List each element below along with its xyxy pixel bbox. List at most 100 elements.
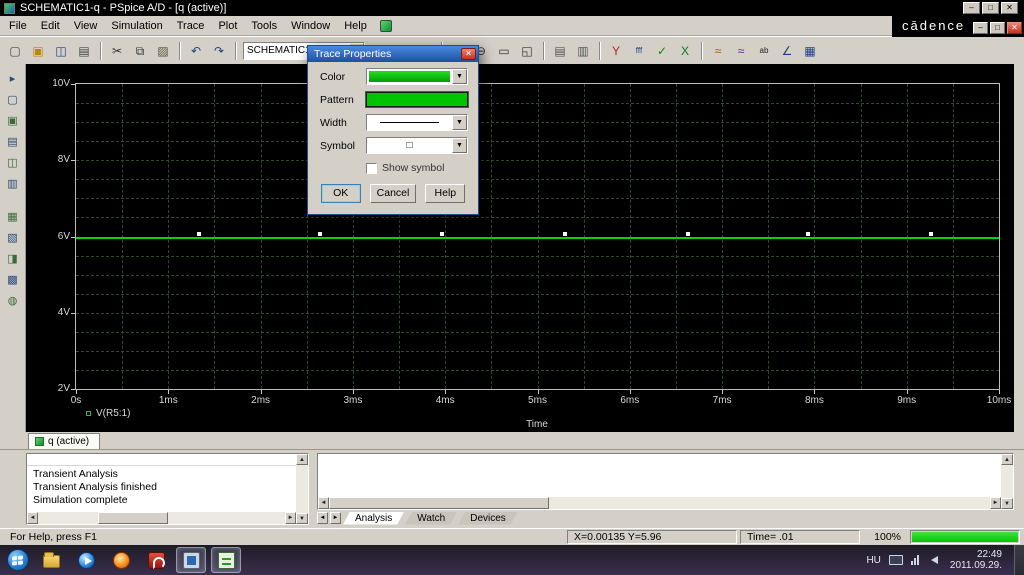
tabs-scroll-right-icon[interactable]: ► bbox=[330, 512, 341, 524]
trace-legend[interactable]: V(R5:1) bbox=[86, 408, 130, 419]
scrollbar-thumb[interactable] bbox=[329, 497, 549, 509]
menu-file[interactable]: File bbox=[2, 17, 34, 35]
paste-button[interactable]: ▨ bbox=[152, 40, 174, 61]
volume-tray-icon[interactable] bbox=[927, 556, 938, 564]
menu-help[interactable]: Help bbox=[337, 17, 374, 35]
sidebar-tool-3-button[interactable]: ▣ bbox=[3, 111, 22, 129]
chevron-down-icon[interactable]: ▼ bbox=[452, 138, 467, 153]
minimize-button[interactable]: – bbox=[963, 2, 980, 14]
watch-vertical-scrollbar[interactable]: ▲ ▼ bbox=[1001, 454, 1013, 509]
maximize-button[interactable]: □ bbox=[982, 2, 999, 14]
cancel-button[interactable]: Cancel bbox=[369, 184, 417, 203]
sidebar-tool-7-button[interactable]: ▦ bbox=[3, 207, 22, 225]
sidebar-tool-10-button[interactable]: ▩ bbox=[3, 270, 22, 288]
undo-button[interactable]: ↶ bbox=[185, 40, 207, 61]
waveform-plot[interactable]: 0s 1ms 2ms 3ms 4ms 5ms 6ms 7ms 8ms 9ms 10ms 2V 4V 6V 8… bbox=[26, 64, 1014, 432]
windows-explorer[interactable] bbox=[36, 547, 66, 573]
dialog-titlebar[interactable]: Trace Properties ✕ bbox=[308, 46, 478, 62]
plot-waveform-button[interactable]: ∠ bbox=[776, 40, 798, 61]
tab-watch[interactable]: Watch bbox=[405, 512, 457, 525]
watch-content[interactable]: ▲ ▼ ◄ ► bbox=[317, 453, 1014, 510]
copy-to-clipboard-button[interactable]: ▦ bbox=[799, 40, 821, 61]
zoom-area-button[interactable]: ▭ bbox=[493, 40, 515, 61]
scrollbar-track[interactable] bbox=[296, 465, 308, 513]
new-file-button[interactable]: ▢ bbox=[4, 40, 26, 61]
toggle-cursor-button[interactable]: Y bbox=[605, 40, 627, 61]
output-vertical-scrollbar[interactable]: ▲ ▼ bbox=[296, 454, 308, 524]
sidebar-tool-11-button[interactable]: ◍ bbox=[3, 291, 22, 309]
scrollbar-track[interactable] bbox=[1001, 465, 1013, 498]
help-button[interactable]: Help bbox=[425, 184, 466, 203]
text-label-button[interactable]: ab bbox=[753, 40, 775, 61]
color-dropdown[interactable]: ▼ bbox=[366, 68, 468, 85]
pspice-app[interactable] bbox=[211, 547, 241, 573]
sidebar-tool-1-button[interactable]: ▸ bbox=[3, 69, 22, 87]
scroll-right-icon[interactable]: ► bbox=[990, 497, 1001, 509]
performance-analysis-button[interactable]: ≈ bbox=[730, 40, 752, 61]
plot-tab-q[interactable]: q (active) bbox=[28, 433, 101, 449]
document-minimize-button[interactable]: – bbox=[973, 22, 988, 34]
tab-analysis[interactable]: Analysis bbox=[343, 512, 404, 525]
symbol-dropdown[interactable]: □ ▼ bbox=[366, 137, 468, 154]
document-close-button[interactable]: ✕ bbox=[1007, 22, 1022, 34]
width-dropdown[interactable]: ▼ bbox=[366, 114, 468, 131]
sidebar-tool-6-button[interactable]: ▥ bbox=[3, 174, 22, 192]
scroll-down-icon[interactable]: ▼ bbox=[296, 513, 308, 524]
log-y-axis-button[interactable]: ▥ bbox=[572, 40, 594, 61]
tab-devices[interactable]: Devices bbox=[458, 512, 518, 525]
document-restore-button[interactable]: □ bbox=[990, 22, 1005, 34]
sidebar-tool-5-button[interactable]: ◫ bbox=[3, 153, 22, 171]
taskbar-clock[interactable]: 22:49 2011.09.29. bbox=[946, 549, 1006, 571]
print-button[interactable]: ▤ bbox=[73, 40, 95, 61]
output-pane[interactable]: Transient Analysis Transient Analysis fin… bbox=[26, 453, 309, 525]
display-tray-icon[interactable] bbox=[888, 555, 903, 565]
show-desktop-button[interactable] bbox=[1014, 545, 1024, 575]
zoom-fit-button[interactable]: ◱ bbox=[516, 40, 538, 61]
evaluate-measurement-button[interactable]: ✓ bbox=[651, 40, 673, 61]
cut-button[interactable]: ✂ bbox=[106, 40, 128, 61]
ok-button[interactable]: OK bbox=[320, 184, 361, 203]
scroll-up-icon[interactable]: ▲ bbox=[1001, 454, 1013, 465]
start-button[interactable] bbox=[4, 547, 31, 573]
scroll-right-icon[interactable]: ► bbox=[285, 512, 296, 524]
menu-trace[interactable]: Trace bbox=[170, 17, 212, 35]
chevron-down-icon[interactable]: ▼ bbox=[452, 115, 467, 130]
scrollbar-track[interactable] bbox=[549, 497, 990, 509]
copy-button[interactable]: ⧉ bbox=[129, 40, 151, 61]
export-to-excel-button[interactable]: X bbox=[674, 40, 696, 61]
menu-plot[interactable]: Plot bbox=[211, 17, 244, 35]
show-symbol-checkbox[interactable] bbox=[366, 162, 377, 174]
output-horizontal-scrollbar[interactable]: ◄ ► bbox=[27, 512, 296, 524]
redo-button[interactable]: ↷ bbox=[208, 40, 230, 61]
menu-tools[interactable]: Tools bbox=[244, 17, 284, 35]
log-x-axis-button[interactable]: ▤ bbox=[549, 40, 571, 61]
fourier-button[interactable]: fff bbox=[628, 40, 650, 61]
sidebar-tool-8-button[interactable]: ▧ bbox=[3, 228, 22, 246]
menu-window[interactable]: Window bbox=[284, 17, 337, 35]
dialog-close-icon[interactable]: ✕ bbox=[461, 48, 476, 60]
sidebar-tool-2-button[interactable]: ▢ bbox=[3, 90, 22, 108]
screen-capture-app[interactable] bbox=[176, 547, 206, 573]
tabs-scroll-left-icon[interactable]: ◄ bbox=[317, 512, 328, 524]
scroll-up-icon[interactable]: ▲ bbox=[296, 454, 308, 465]
sidebar-tool-9-button[interactable]: ◨ bbox=[3, 249, 22, 267]
media-player[interactable] bbox=[71, 547, 101, 573]
pattern-dropdown[interactable] bbox=[365, 91, 469, 108]
scroll-down-icon[interactable]: ▼ bbox=[1001, 498, 1013, 509]
firefox[interactable] bbox=[106, 547, 136, 573]
close-button[interactable]: ✕ bbox=[1001, 2, 1018, 14]
menu-simulation[interactable]: Simulation bbox=[104, 17, 169, 35]
menu-edit[interactable]: Edit bbox=[34, 17, 67, 35]
save-file-button[interactable]: ◫ bbox=[50, 40, 72, 61]
scrollbar-thumb[interactable] bbox=[98, 512, 168, 524]
adobe-reader[interactable] bbox=[141, 547, 171, 573]
menu-view[interactable]: View bbox=[67, 17, 105, 35]
scroll-left-icon[interactable]: ◄ bbox=[318, 497, 329, 509]
network-tray-icon[interactable] bbox=[910, 555, 919, 565]
open-file-button[interactable]: ▣ bbox=[27, 40, 49, 61]
scroll-left-icon[interactable]: ◄ bbox=[27, 512, 38, 524]
mark-data-points-button[interactable]: ≈ bbox=[707, 40, 729, 61]
language-indicator[interactable]: HU bbox=[866, 555, 880, 566]
scrollbar-track[interactable] bbox=[168, 512, 285, 524]
sidebar-tool-4-button[interactable]: ▤ bbox=[3, 132, 22, 150]
